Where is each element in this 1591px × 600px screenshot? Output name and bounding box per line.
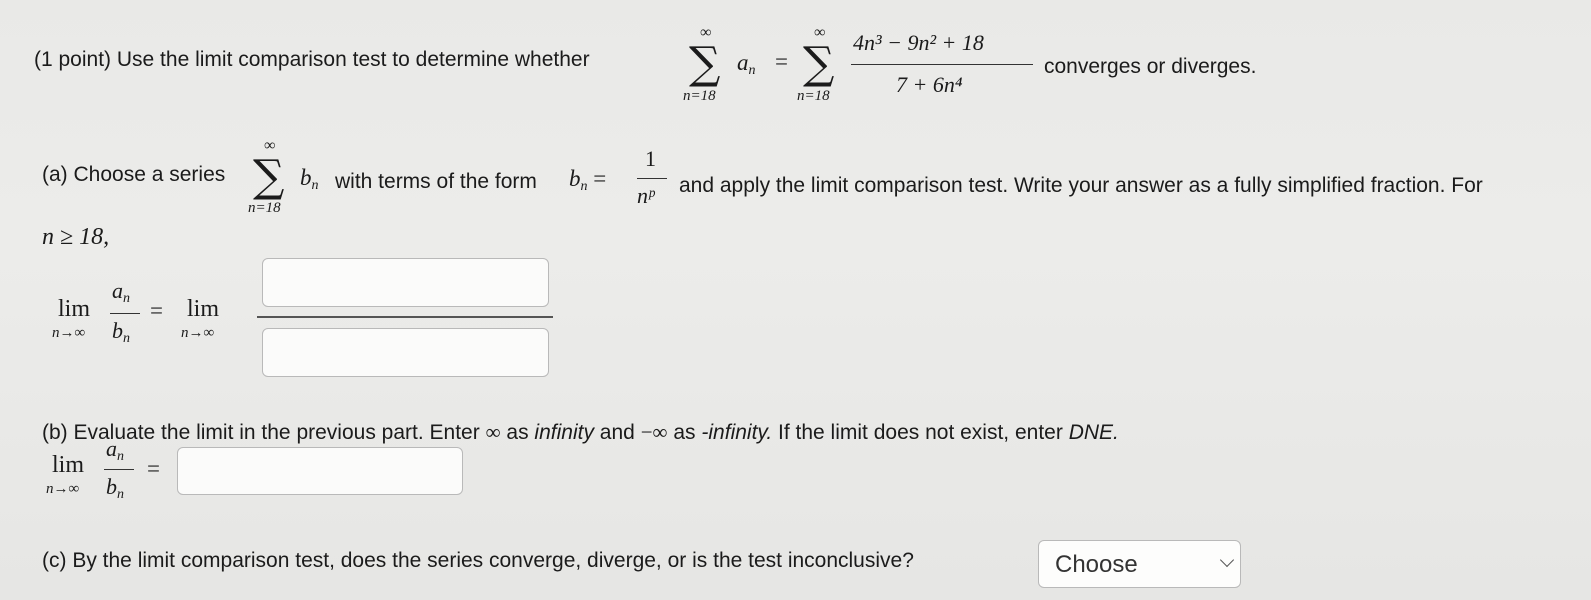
- lim-label: lim: [58, 296, 91, 322]
- bn-definition-lhs: bn =: [569, 166, 607, 194]
- sigma-symbol-2: ∑: [803, 38, 835, 89]
- select-value: Choose: [1055, 551, 1138, 578]
- sum-lower-limit-2: n=18: [797, 88, 830, 104]
- equals-sign: =: [775, 49, 788, 74]
- part-a-middle: with terms of the form: [335, 170, 537, 193]
- fraction-denominator: 7 + 6n⁴: [896, 72, 963, 97]
- sigma-symbol: ∑: [689, 38, 721, 89]
- part-b-lim-subscript: n→∞: [46, 481, 80, 497]
- limit-answer-input[interactable]: [177, 447, 463, 495]
- part-a-sigma: ∑: [253, 151, 285, 202]
- part-a-label: (a) Choose a series: [42, 163, 226, 186]
- problem-outro: converges or diverges.: [1044, 55, 1257, 78]
- part-b-ratio-bar: [104, 469, 134, 471]
- ratio-numerator: an: [112, 278, 130, 306]
- part-b-ratio-numerator: an: [106, 436, 124, 464]
- lim-subscript-2: n→∞: [181, 325, 215, 341]
- bn-denominator: nᵖ: [637, 183, 655, 208]
- numerator-input[interactable]: [262, 258, 549, 307]
- denominator-input[interactable]: [262, 328, 549, 377]
- conclusion-select[interactable]: Choose: [1038, 540, 1241, 588]
- lim-label-2: lim: [187, 296, 220, 322]
- part-c-question: (c) By the limit comparison test, does t…: [42, 549, 914, 572]
- part-a-instruction: and apply the limit comparison test. Wri…: [679, 174, 1483, 197]
- fraction-bar: [851, 64, 1033, 66]
- equals-sign-2: =: [150, 298, 163, 323]
- bn-numerator: 1: [645, 146, 656, 171]
- chevron-down-icon: [1219, 552, 1235, 568]
- part-b-equals: =: [147, 456, 160, 481]
- term-bn: bn: [300, 165, 319, 193]
- fraction-numerator: 4n³ − 9n² + 18: [853, 30, 984, 55]
- bn-fraction-bar: [637, 178, 667, 180]
- part-b-ratio-denominator: bn: [106, 474, 124, 502]
- condition-text: n ≥ 18,: [42, 224, 110, 250]
- answer-fraction-bar: [257, 316, 553, 318]
- term-an: an: [737, 50, 756, 78]
- ratio-denominator: bn: [112, 318, 130, 346]
- part-b-instructions: (b) Evaluate the limit in the previous p…: [42, 420, 1119, 444]
- lim-subscript: n→∞: [52, 325, 86, 341]
- sum-lower-limit: n=18: [683, 88, 716, 104]
- part-b-lim-label: lim: [52, 452, 85, 478]
- part-a-sum-lower: n=18: [248, 200, 281, 216]
- problem-intro: (1 point) Use the limit comparison test …: [34, 48, 590, 71]
- ratio-bar: [110, 313, 140, 315]
